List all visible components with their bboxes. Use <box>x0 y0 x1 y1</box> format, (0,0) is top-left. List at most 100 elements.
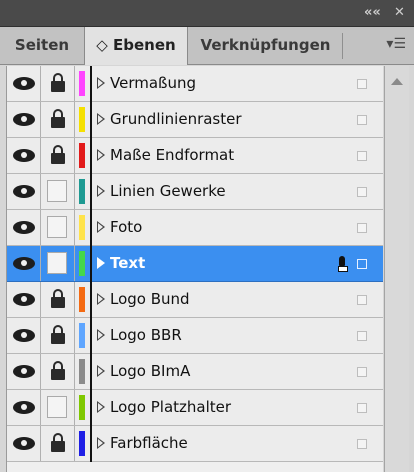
visibility-toggle[interactable] <box>7 102 41 137</box>
close-panel-icon[interactable]: ✕ <box>394 5 405 21</box>
eye-icon <box>13 401 35 414</box>
layer-list: Vermaßung Grundlinienraster Maße Endformat… <box>6 66 383 472</box>
eye-icon <box>13 221 35 234</box>
layer-color-swatch <box>79 143 85 168</box>
lock-toggle[interactable] <box>41 174 75 209</box>
layer-name: Farbfläche <box>110 434 188 452</box>
visibility-toggle[interactable] <box>7 210 41 245</box>
layer-color-swatch <box>79 107 85 132</box>
expand-triangle-icon[interactable] <box>97 329 105 341</box>
column-divider <box>90 210 92 246</box>
selection-square[interactable] <box>357 187 367 197</box>
lock-toggle[interactable] <box>41 246 75 281</box>
layer-color-swatch <box>79 395 85 420</box>
layer-name: Logo BImA <box>110 362 191 380</box>
layer-row[interactable]: Text <box>7 246 383 282</box>
layer-color-swatch <box>79 287 85 312</box>
tab-ebenen[interactable]: ◇ Ebenen <box>84 27 188 65</box>
layer-name: Foto <box>110 218 143 236</box>
selection-square[interactable] <box>357 259 367 269</box>
eye-icon <box>13 437 35 450</box>
scrollbar[interactable] <box>384 66 409 472</box>
layer-name: Vermaßung <box>110 74 197 92</box>
layer-row[interactable]: Logo BImA <box>7 354 383 390</box>
expand-triangle-icon[interactable] <box>97 185 105 197</box>
lock-toggle[interactable] <box>41 138 75 173</box>
lock-toggle[interactable] <box>41 282 75 317</box>
lock-toggle[interactable] <box>41 210 75 245</box>
column-divider <box>90 138 92 174</box>
visibility-toggle[interactable] <box>7 354 41 389</box>
eye-icon <box>13 329 35 342</box>
column-divider <box>90 174 92 210</box>
lock-icon <box>51 145 65 164</box>
collapse-panel-icon[interactable]: «« <box>364 5 381 21</box>
eye-icon <box>13 77 35 90</box>
layers-panel: «« ✕ Seiten ◇ Ebenen Verknüpfungen ▾☰ Ve… <box>0 0 414 472</box>
visibility-toggle[interactable] <box>7 426 41 461</box>
selection-square[interactable] <box>357 79 367 89</box>
expand-triangle-icon[interactable] <box>97 257 105 269</box>
column-divider <box>90 282 92 318</box>
layer-color-swatch <box>79 251 85 276</box>
lock-toggle[interactable] <box>41 390 75 425</box>
panel-menu-icon[interactable]: ▾☰ <box>386 36 406 52</box>
layer-row[interactable]: Linien Gewerke <box>7 174 383 210</box>
panel-title-bar: «« ✕ <box>0 0 414 27</box>
selection-square[interactable] <box>357 367 367 377</box>
layer-row[interactable]: Logo Platzhalter <box>7 390 383 426</box>
tab-verknuepfungen[interactable]: Verknüpfungen <box>189 27 342 64</box>
unlocked-box <box>47 396 67 418</box>
layer-row[interactable]: Grundlinienraster <box>7 102 383 138</box>
lock-icon <box>51 73 65 92</box>
expand-triangle-icon[interactable] <box>97 149 105 161</box>
expand-triangle-icon[interactable] <box>97 221 105 233</box>
lock-toggle[interactable] <box>41 102 75 137</box>
tab-seiten[interactable]: Seiten <box>0 27 84 64</box>
visibility-toggle[interactable] <box>7 138 41 173</box>
lock-icon <box>51 361 65 380</box>
layer-color-swatch <box>79 323 85 348</box>
selection-square[interactable] <box>357 151 367 161</box>
eye-icon <box>13 185 35 198</box>
visibility-toggle[interactable] <box>7 318 41 353</box>
layer-color-swatch <box>79 71 85 96</box>
layer-name: Linien Gewerke <box>110 182 226 200</box>
selection-square[interactable] <box>357 331 367 341</box>
expand-triangle-icon[interactable] <box>97 365 105 377</box>
selection-square[interactable] <box>357 403 367 413</box>
layer-row[interactable]: Foto <box>7 210 383 246</box>
column-divider <box>90 102 92 138</box>
lock-icon <box>51 325 65 344</box>
expand-triangle-icon[interactable] <box>97 437 105 449</box>
expand-triangle-icon[interactable] <box>97 77 105 89</box>
column-divider <box>90 390 92 426</box>
visibility-toggle[interactable] <box>7 66 41 101</box>
visibility-toggle[interactable] <box>7 390 41 425</box>
lock-toggle[interactable] <box>41 318 75 353</box>
expand-triangle-icon[interactable] <box>97 113 105 125</box>
lock-icon <box>51 433 65 452</box>
eye-icon <box>13 149 35 162</box>
layer-row[interactable]: Maße Endformat <box>7 138 383 174</box>
lock-toggle[interactable] <box>41 66 75 101</box>
expand-triangle-icon[interactable] <box>97 401 105 413</box>
layer-name: Text <box>110 254 146 272</box>
expand-triangle-icon[interactable] <box>97 293 105 305</box>
scroll-up-icon[interactable] <box>391 78 403 85</box>
visibility-toggle[interactable] <box>7 174 41 209</box>
selection-square[interactable] <box>357 115 367 125</box>
visibility-toggle[interactable] <box>7 282 41 317</box>
selection-square[interactable] <box>357 295 367 305</box>
layer-row[interactable]: Logo BBR <box>7 318 383 354</box>
visibility-toggle[interactable] <box>7 246 41 281</box>
layer-row[interactable]: Logo Bund <box>7 282 383 318</box>
layer-row[interactable]: Farbfläche <box>7 426 383 462</box>
selection-square[interactable] <box>357 439 367 449</box>
layer-row[interactable]: Vermaßung <box>7 66 383 102</box>
lock-toggle[interactable] <box>41 354 75 389</box>
layer-color-swatch <box>79 431 85 456</box>
column-divider <box>90 66 92 102</box>
selection-square[interactable] <box>357 223 367 233</box>
lock-toggle[interactable] <box>41 426 75 461</box>
